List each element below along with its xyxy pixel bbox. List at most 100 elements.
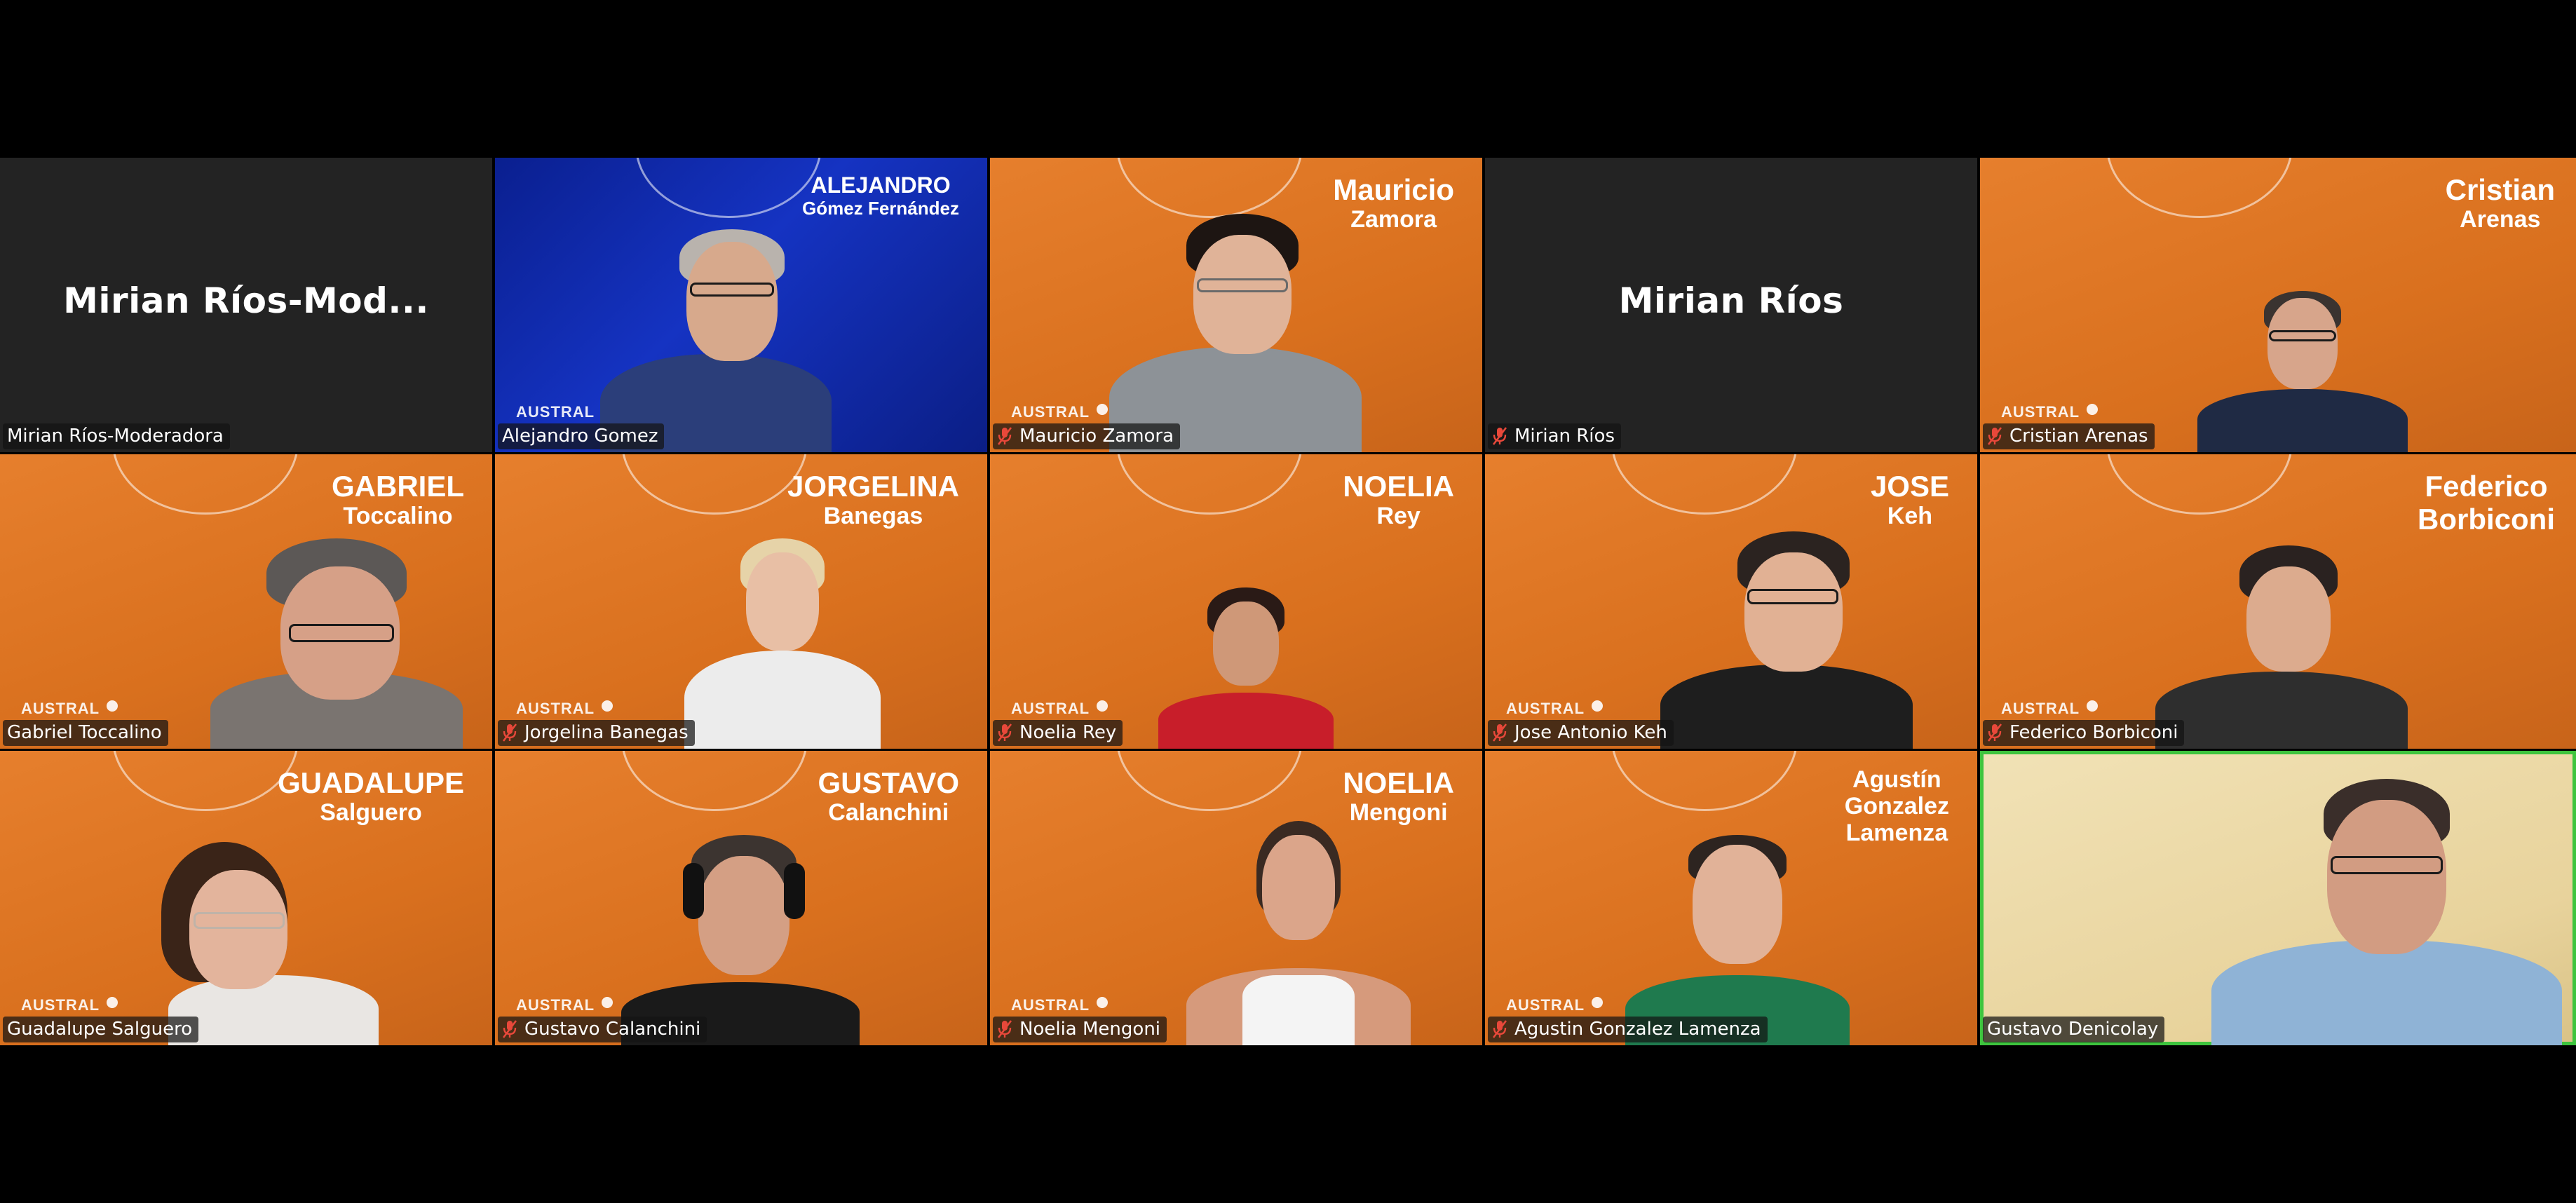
virtual-background-name-banner: Federico Federico Borbiconi bbox=[2418, 470, 2555, 536]
participant-tile-alejandro-gomez[interactable]: ALEJANDRO Gómez Fernández AUSTRAL Alejan… bbox=[495, 158, 987, 452]
participant-tile-guadalupe-salguero[interactable]: GUADALUPE Salguero AUSTRAL Guadalupe Sal… bbox=[0, 751, 492, 1045]
university-logo: AUSTRAL bbox=[516, 996, 614, 1014]
university-logo: AUSTRAL bbox=[516, 700, 614, 718]
video-gallery-grid: Mirian Ríos-Mod... Mirian Ríos-Moderador… bbox=[0, 158, 2576, 1045]
microphone-muted-icon bbox=[1492, 723, 1507, 742]
banner-first-line: Federico bbox=[2425, 470, 2548, 503]
participant-name-label: Guadalupe Salguero bbox=[3, 1017, 199, 1042]
participant-name-text: Mirian Ríos bbox=[1514, 426, 1615, 447]
banner-first-line: NOELIA bbox=[1343, 766, 1454, 799]
participant-name-text: Guadalupe Salguero bbox=[7, 1019, 193, 1040]
virtual-background-name-banner: Cristian Arenas bbox=[2446, 173, 2555, 233]
participant-name-text: Gustavo Calanchini bbox=[524, 1019, 701, 1040]
decorative-arc bbox=[635, 158, 822, 218]
participant-tile-mirian-rios-moderadora[interactable]: Mirian Ríos-Mod... Mirian Ríos-Moderador… bbox=[0, 158, 492, 452]
participant-name-label: Federico Borbiconi bbox=[1983, 720, 2185, 746]
decorative-arc bbox=[112, 454, 299, 515]
participant-tile-cristian-arenas[interactable]: Cristian Arenas AUSTRAL Cristian Arenas bbox=[1980, 158, 2576, 452]
university-logo: AUSTRAL bbox=[2001, 700, 2099, 718]
participant-tile-federico-borbiconi[interactable]: Federico Federico Borbiconi AUSTRAL Fede… bbox=[1980, 454, 2576, 749]
banner-first-line: Agustín bbox=[1852, 766, 1941, 793]
participant-video-person bbox=[684, 538, 881, 749]
banner-first-line: JOSE bbox=[1870, 470, 1949, 503]
decorative-arc bbox=[621, 751, 808, 811]
university-logo: AUSTRAL bbox=[21, 700, 118, 718]
participant-tile-gabriel-toccalino[interactable]: GABRIEL Toccalino AUSTRAL Gabriel Toccal… bbox=[0, 454, 492, 749]
university-logo: AUSTRAL bbox=[1506, 700, 1604, 718]
decorative-arc bbox=[1116, 454, 1303, 515]
decorative-arc bbox=[1611, 454, 1798, 515]
microphone-muted-icon bbox=[997, 427, 1012, 445]
university-logo: AUSTRAL bbox=[516, 403, 595, 421]
banner-second-line: Keh bbox=[1887, 503, 1933, 530]
participant-tile-mauricio-zamora[interactable]: Mauricio Zamora AUSTRAL Mauricio Zamora bbox=[990, 158, 1482, 452]
participant-name-text: Jorgelina Banegas bbox=[524, 722, 689, 743]
microphone-muted-icon bbox=[1987, 427, 2002, 445]
banner-second-line: Borbiconi bbox=[2418, 503, 2555, 536]
participant-name-text: Gabriel Toccalino bbox=[7, 722, 162, 743]
participant-tile-jorgelina-banegas[interactable]: JORGELINA Banegas AUSTRAL Jorgelina Bane… bbox=[495, 454, 987, 749]
banner-first-line: GUADALUPE bbox=[277, 766, 464, 799]
participant-name-text: Gustavo Denicolay bbox=[1987, 1019, 2159, 1040]
banner-second-line: Rey bbox=[1376, 503, 1421, 530]
participant-name-label: Gustavo Calanchini bbox=[498, 1017, 707, 1042]
participant-video-person bbox=[1158, 587, 1334, 749]
participant-video-person bbox=[1109, 200, 1362, 452]
participant-name-text: Cristian Arenas bbox=[2009, 426, 2148, 447]
participant-name-label: Mauricio Zamora bbox=[993, 423, 1181, 449]
decorative-arc bbox=[1611, 751, 1798, 811]
participant-name-label: Cristian Arenas bbox=[1983, 423, 2155, 449]
decorative-arc bbox=[2106, 158, 2293, 218]
participant-video-person bbox=[140, 842, 407, 1045]
decorative-arc bbox=[1116, 751, 1303, 811]
decorative-arc bbox=[621, 454, 808, 515]
participant-name-display: Mirian Ríos-Mod... bbox=[63, 280, 429, 321]
participant-tile-noelia-mengoni[interactable]: NOELIA Mengoni AUSTRAL Noelia Mengoni bbox=[990, 751, 1482, 1045]
banner-first-line: Cristian bbox=[2445, 173, 2555, 206]
participant-name-label: Noelia Mengoni bbox=[993, 1017, 1167, 1042]
participant-name-text: Agustin Gonzalez Lamenza bbox=[1514, 1019, 1761, 1040]
participant-name-label: Noelia Rey bbox=[993, 720, 1123, 746]
participant-video-person bbox=[2211, 779, 2562, 1045]
participant-name-label: Mirian Ríos-Moderadora bbox=[3, 423, 230, 449]
university-logo: AUSTRAL bbox=[1011, 996, 1109, 1014]
participant-video-person bbox=[1625, 835, 1850, 1045]
banner-first-line: GABRIEL bbox=[332, 470, 464, 503]
participant-name-text: Noelia Mengoni bbox=[1019, 1019, 1161, 1040]
banner-third-line: Lamenza bbox=[1845, 820, 1948, 847]
virtual-background-name-banner: GUSTAVO Calanchini bbox=[818, 766, 959, 826]
participant-tile-gustavo-denicolay[interactable]: Gustavo Denicolay bbox=[1980, 751, 2576, 1045]
university-logo: AUSTRAL bbox=[1011, 700, 1109, 718]
banner-first-line: JORGELINA bbox=[787, 470, 959, 503]
microphone-muted-icon bbox=[1492, 1020, 1507, 1038]
banner-second-line: Gonzalez bbox=[1844, 793, 1949, 820]
participant-tile-jose-antonio-keh[interactable]: JOSE Keh AUSTRAL Jose Antonio Keh bbox=[1485, 454, 1977, 749]
participant-video-person bbox=[2197, 291, 2408, 452]
participant-tile-gustavo-calanchini[interactable]: GUSTAVO Calanchini AUSTRAL Gustavo Calan… bbox=[495, 751, 987, 1045]
participant-name-label: Jose Antonio Keh bbox=[1488, 720, 1674, 746]
participant-name-label: Alejandro Gomez bbox=[498, 423, 665, 449]
participant-video-person bbox=[1186, 821, 1411, 1045]
banner-first-line: NOELIA bbox=[1343, 470, 1454, 503]
participant-tile-agustin-gonzalez-lamenza[interactable]: Agustín Gonzalez Lamenza AUSTRAL Agustin… bbox=[1485, 751, 1977, 1045]
virtual-background-name-banner: ALEJANDRO Gómez Fernández bbox=[802, 172, 959, 219]
microphone-muted-icon bbox=[502, 723, 517, 742]
banner-second-line: Calanchini bbox=[828, 799, 949, 827]
banner-second-line: Salguero bbox=[320, 799, 422, 827]
participant-name-label: Gustavo Denicolay bbox=[1983, 1017, 2165, 1042]
decorative-arc bbox=[2106, 454, 2293, 515]
virtual-background-name-banner: GABRIEL Toccalino bbox=[332, 470, 464, 529]
participant-name-label: Jorgelina Banegas bbox=[498, 720, 695, 746]
university-logo: AUSTRAL bbox=[1506, 996, 1604, 1014]
participant-name-label: Agustin Gonzalez Lamenza bbox=[1488, 1017, 1768, 1042]
university-logo: AUSTRAL bbox=[2001, 403, 2099, 421]
virtual-background-name-banner: JORGELINA Banegas bbox=[787, 470, 959, 529]
participant-name-display: Mirian Ríos bbox=[1618, 280, 1844, 321]
university-logo: AUSTRAL bbox=[1011, 403, 1109, 421]
banner-second-line: Toccalino bbox=[343, 503, 453, 530]
participant-tile-noelia-rey[interactable]: NOELIA Rey AUSTRAL Noelia Rey bbox=[990, 454, 1482, 749]
banner-first-line: GUSTAVO bbox=[818, 766, 959, 799]
participant-tile-mirian-rios[interactable]: Mirian Ríos Mirian Ríos bbox=[1485, 158, 1977, 452]
participant-name-text: Jose Antonio Keh bbox=[1514, 722, 1667, 743]
microphone-muted-icon bbox=[997, 723, 1012, 742]
